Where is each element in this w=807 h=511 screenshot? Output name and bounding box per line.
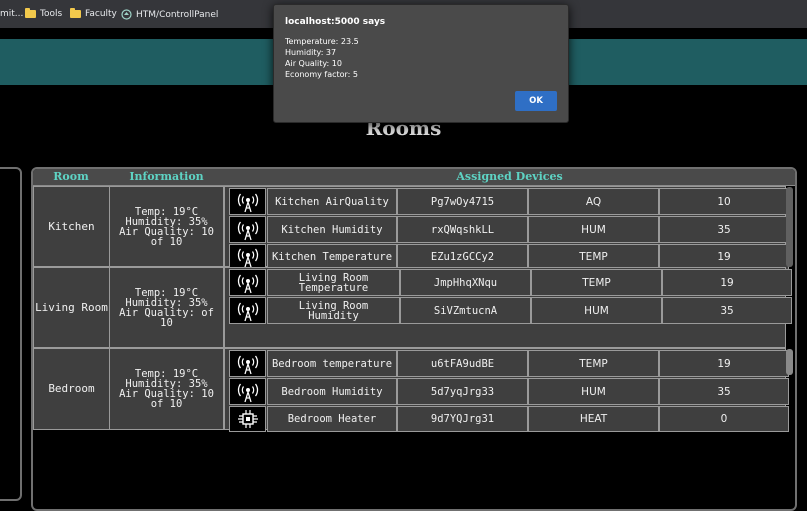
header-assigned-devices: Assigned Devices <box>456 170 563 183</box>
device-value: 35 <box>659 378 789 405</box>
device-id: Pg7wOy4715 <box>397 188 528 215</box>
alert-line: Economy factor: 5 <box>285 70 359 79</box>
device-name: Kitchen AirQuality <box>267 188 397 215</box>
room-information: Temp: 19°C Humidity: 35% Air Quality: of 10 <box>109 267 224 348</box>
scrollbar-thumb[interactable] <box>786 349 793 375</box>
table-row: Kitchen Temp: 19°C Humidity: 35% Air Qualit… <box>33 186 795 270</box>
bookmark-controlpanel[interactable]: HTM/ControllPanel <box>121 9 218 20</box>
assigned-devices: Kitchen AirQuality Pg7wOy4715 AQ 10 Kitchen … <box>224 186 789 270</box>
bookmark-label: Faculty <box>85 9 117 19</box>
header-room: Room <box>53 170 89 183</box>
table-row: Bedroom Temp: 19°C Humidity: 35% Air Qualit… <box>33 348 795 432</box>
device-row[interactable]: Living Room Temperature JmpHhqXNqu TEMP 19 <box>229 269 792 296</box>
device-value: 35 <box>662 297 792 324</box>
device-id: 9d7YQJrg31 <box>397 406 528 432</box>
info-line: of 10 <box>150 398 183 410</box>
device-id: rxQWqshkLL <box>397 216 528 243</box>
room-information: Temp: 19°C Humidity: 35% Air Quality: 10 of… <box>109 348 224 430</box>
device-name: Bedroom temperature <box>267 350 397 377</box>
device-row[interactable]: Living Room Humidity SiVZmtucnA HUM 35 <box>229 297 792 324</box>
device-row[interactable]: Bedroom temperature u6tFA9udBE TEMP 19 <box>229 350 789 377</box>
alert-dialog: localhost:5000 says Temperature: 23.5 Hu… <box>273 4 569 123</box>
device-id: u6tFA9udBE <box>397 350 528 377</box>
info-line: of 10 <box>150 235 183 248</box>
ok-button[interactable]: OK <box>515 91 557 111</box>
alert-line: Air Quality: 10 <box>285 59 342 68</box>
device-row[interactable]: Kitchen Humidity rxQWqshkLL HUM 35 <box>229 216 789 243</box>
device-name: Living Room Humidity <box>267 297 400 324</box>
assigned-devices: Living Room Temperature JmpHhqXNqu TEMP 19 Li… <box>224 267 792 348</box>
bookmark-label: mit... <box>0 9 24 19</box>
bookmark-faculty[interactable]: Faculty <box>70 8 117 19</box>
room-name: Living Room <box>33 267 110 348</box>
alert-title: localhost:5000 says <box>285 17 386 27</box>
device-type: TEMP <box>528 350 659 377</box>
previous-panel <box>0 167 22 501</box>
folder-icon <box>70 8 81 18</box>
bookmark-item[interactable]: mit... <box>0 9 23 19</box>
bookmark-label: Tools <box>40 9 63 19</box>
device-value: 0 <box>659 406 789 432</box>
device-name-line: Bedroom Heater <box>287 413 377 425</box>
room-name: Kitchen <box>33 186 110 267</box>
info-line: Air Quality: 10 <box>119 225 214 238</box>
device-type: HEAT <box>528 406 659 432</box>
header-information: Information <box>129 170 204 183</box>
heater-icon <box>229 406 266 432</box>
alert-line: Humidity: 37 <box>285 48 337 57</box>
device-name-line: Kitchen Humidity <box>281 223 383 236</box>
device-value: 19 <box>662 269 792 296</box>
device-name-line: Kitchen AirQuality <box>275 195 389 208</box>
scrollbar-thumb[interactable] <box>786 187 793 267</box>
device-name: Bedroom Heater <box>267 406 397 432</box>
info-line: Humidity: 35% <box>125 296 208 309</box>
device-name: Bedroom Humidity <box>267 378 397 405</box>
device-name-line: Living Room <box>298 271 369 284</box>
device-type: TEMP <box>531 269 662 296</box>
table-row: Living Room Temp: 19°C Humidity: 35% Air Qu… <box>33 267 795 348</box>
bookmark-label: HTM/ControllPanel <box>136 9 219 20</box>
device-value: 19 <box>659 350 789 377</box>
info-line: Air Quality: of <box>119 306 214 319</box>
room-name: Bedroom <box>33 348 110 430</box>
device-value: 35 <box>659 216 789 243</box>
folder-icon <box>25 8 36 18</box>
device-type: HUM <box>528 378 659 405</box>
device-type: HUM <box>531 297 662 324</box>
device-name-line: Temperature <box>298 281 369 294</box>
rooms-table: Room Information Assigned Devices Kitche… <box>31 167 797 511</box>
device-row[interactable]: Kitchen AirQuality Pg7wOy4715 AQ 10 <box>229 188 789 215</box>
device-type: HUM <box>528 216 659 243</box>
device-row[interactable]: Bedroom Heater 9d7YQJrg31 HEAT 0 <box>229 406 789 432</box>
info-line: Humidity: 35% <box>125 215 208 228</box>
device-id: 5d7yqJrg33 <box>397 378 528 405</box>
info-line: Temp: 19°C <box>134 205 199 218</box>
assigned-devices: Bedroom temperature u6tFA9udBE TEMP 19 Bedro… <box>224 348 789 432</box>
device-id: JmpHhqXNqu <box>400 269 531 296</box>
device-name-line: Bedroom Humidity <box>281 385 383 398</box>
device-name-line: Living Room <box>298 299 369 312</box>
device-row[interactable]: Bedroom Humidity 5d7yqJrg33 HUM 35 <box>229 378 789 405</box>
bookmark-tools[interactable]: Tools <box>25 8 63 19</box>
device-type: AQ <box>528 188 659 215</box>
room-information: Temp: 19°C Humidity: 35% Air Quality: 10 of… <box>109 186 224 267</box>
device-name: Kitchen Humidity <box>267 216 397 243</box>
antenna-icon <box>229 216 266 243</box>
antenna-icon <box>229 188 266 215</box>
antenna-icon <box>229 297 266 324</box>
info-line: Temp: 19°C <box>134 286 199 299</box>
device-name-line: Humidity <box>308 309 359 322</box>
device-name-line: Kitchen Temperature <box>271 251 393 263</box>
device-name: Living Room Temperature <box>267 269 400 296</box>
antenna-icon <box>229 269 266 296</box>
antenna-icon <box>229 378 266 405</box>
device-id: SiVZmtucnA <box>400 297 531 324</box>
app-icon <box>121 9 132 20</box>
info-line: 10 <box>160 316 173 329</box>
alert-line: Temperature: 23.5 <box>285 37 359 46</box>
antenna-icon <box>229 350 266 377</box>
device-name-line: Bedroom temperature <box>271 357 393 370</box>
table-header: Room Information Assigned Devices <box>33 169 795 186</box>
device-value: 10 <box>659 188 789 215</box>
